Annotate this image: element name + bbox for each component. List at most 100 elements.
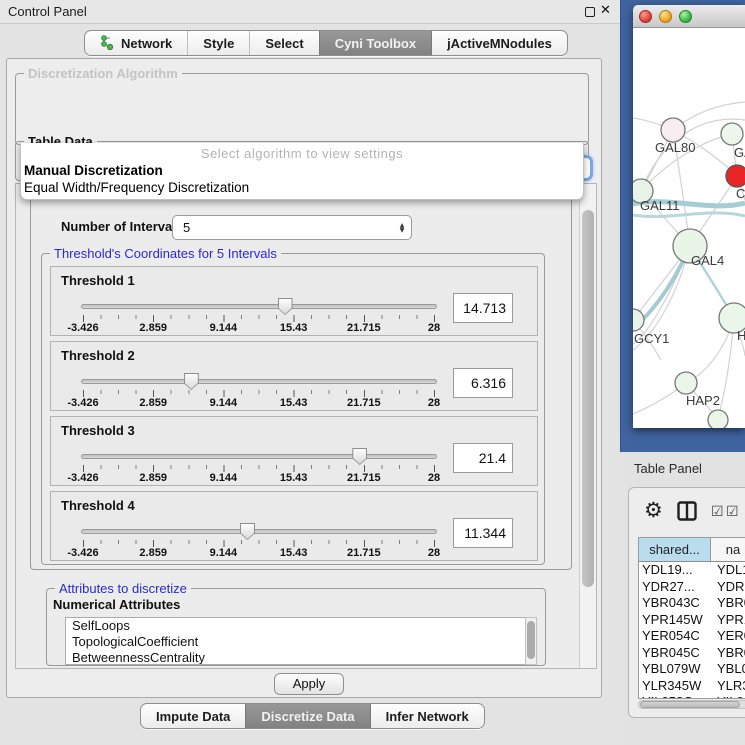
node-gcy1[interactable] [633, 309, 644, 331]
close-icon[interactable]: ✕ [600, 3, 611, 18]
settings-scrollbar-thumb[interactable] [582, 210, 594, 587]
threshold-3-slider-track[interactable] [81, 454, 437, 459]
slider-major-ticks [83, 390, 436, 397]
cell-name[interactable]: YDR2 [711, 579, 745, 596]
zoom-traffic-light-icon[interactable] [679, 10, 692, 23]
checkbox-checked-icon[interactable]: ☑ [726, 504, 739, 520]
float-window-icon[interactable] [585, 7, 595, 17]
threshold-4-slider-track[interactable] [81, 529, 437, 534]
table-row[interactable]: YDL19...YDL1 [639, 562, 745, 579]
tab-discretize-data[interactable]: Discretize Data [245, 704, 369, 728]
node-gal80[interactable] [661, 118, 685, 142]
threshold-1-slider-thumb[interactable] [278, 298, 293, 315]
cell-shared-name[interactable]: YIL052C [639, 694, 711, 699]
node-ga[interactable] [721, 123, 743, 145]
spinner-stepper-icon[interactable]: ▲ ▼ [393, 223, 411, 233]
right-region: GAL80 GA C GAL11 GAL4 GCY1 H HAP2 Table … [620, 0, 745, 745]
cell-name[interactable]: YBR0 [711, 645, 745, 662]
table-row[interactable]: YIL052CYIL0 [639, 694, 745, 699]
threshold-1-slider-track[interactable] [81, 304, 437, 309]
cell-name[interactable]: YBR0 [711, 595, 745, 612]
node-partial-bottom[interactable] [708, 410, 728, 428]
cell-shared-name[interactable]: YBR043C [639, 595, 711, 612]
cell-name[interactable]: YDL1 [711, 562, 745, 579]
close-traffic-light-icon[interactable] [639, 10, 652, 23]
network-nodes[interactable] [633, 118, 745, 428]
tab-jactivemnodules[interactable]: jActiveMNodules [431, 31, 567, 55]
cell-shared-name[interactable]: YDL19... [639, 562, 711, 579]
slider-scale-labels: -3.4262.8599.14415.4321.71528 [83, 547, 434, 560]
tab-select[interactable]: Select [249, 31, 318, 55]
cell-shared-name[interactable]: YBR045C [639, 645, 711, 662]
cell-name[interactable]: YER0 [711, 628, 745, 645]
threshold-2-slider-track[interactable] [81, 379, 437, 384]
tab-network[interactable]: Network [85, 31, 187, 55]
algorithm-option-equal-width[interactable]: Equal Width/Frequency Discretization [24, 180, 249, 195]
tab-infer-network[interactable]: Infer Network [370, 704, 484, 728]
checkbox-checked-icon[interactable]: ☑ [711, 504, 724, 520]
node-highlighted-red[interactable] [726, 165, 745, 187]
slider-major-ticks [83, 465, 436, 472]
threshold-1-value-field[interactable]: 14.713 [453, 293, 513, 323]
cell-name[interactable]: YBL0 [711, 661, 745, 678]
slider-tick-label: 9.144 [210, 397, 238, 409]
slider-major-ticks [83, 315, 436, 322]
threshold-4-slider-thumb[interactable] [240, 523, 255, 540]
thresholds-group-title: Threshold's Coordinates for 5 Intervals [50, 246, 281, 261]
cell-name[interactable]: YIL0 [711, 694, 745, 699]
bottom-tabbar: Impute Data Discretize Data Infer Networ… [140, 703, 485, 729]
table-horizontal-scrollbar[interactable] [638, 700, 745, 709]
cyni-toolbox-panel: Discretization Algorithm Select algorith… [6, 58, 602, 698]
node-attribute-table: shared... na YDL19...YDL1YDR27...YDR2YBR… [638, 537, 745, 699]
slider-tick-label: 9.144 [210, 322, 238, 334]
threshold-2-slider-thumb[interactable] [184, 373, 199, 390]
cell-shared-name[interactable]: YPR145W [639, 612, 711, 629]
list-item[interactable]: TopologicalCoefficient [66, 634, 532, 650]
threshold-3-box: Threshold 3 -3.4262.8599.14415.4321.7152… [50, 416, 538, 486]
threshold-3-slider-thumb[interactable] [352, 448, 367, 465]
threshold-1-box: Threshold 1 -3.4262.8599.14415.4321.7152… [50, 266, 538, 336]
cell-shared-name[interactable]: YER054C [639, 628, 711, 645]
table-row[interactable]: YER054CYER0 [639, 628, 745, 645]
minimize-traffic-light-icon[interactable] [659, 10, 672, 23]
list-item[interactable]: SelfLoops [66, 618, 532, 634]
slider-tick-label: 15.43 [280, 322, 308, 334]
cell-shared-name[interactable]: YLR345W [639, 678, 711, 695]
list-item[interactable]: BetweennessCentrality [66, 650, 532, 665]
table-row[interactable]: YDR27...YDR2 [639, 579, 745, 596]
threshold-3-value-field[interactable]: 21.4 [453, 443, 513, 473]
network-window-titlebar[interactable] [633, 5, 745, 28]
table-row[interactable]: YBR045CYBR0 [639, 645, 745, 662]
columns-icon[interactable] [677, 501, 697, 526]
slider-tick-label: 15.43 [280, 472, 308, 484]
network-icon [100, 34, 115, 53]
algorithm-placeholder-option[interactable]: Select algorithm to view settings [21, 146, 583, 161]
tab-cyni-toolbox[interactable]: Cyni Toolbox [319, 31, 431, 55]
number-of-intervals-spinner[interactable]: 5 ▲ ▼ [172, 215, 412, 240]
slider-scale-labels: -3.4262.8599.14415.4321.71528 [83, 397, 434, 410]
cell-shared-name[interactable]: YDR27... [639, 579, 711, 596]
column-header-shared[interactable]: shared... [639, 538, 711, 561]
threshold-2-value-field[interactable]: 6.316 [453, 368, 513, 398]
node-hap2[interactable] [675, 372, 697, 394]
network-canvas[interactable]: GAL80 GA C GAL11 GAL4 GCY1 H HAP2 [633, 28, 745, 428]
algorithm-option-manual[interactable]: Manual Discretization [24, 163, 163, 178]
slider-tick-label: 2.859 [139, 547, 167, 559]
tab-style[interactable]: Style [187, 31, 249, 55]
table-row[interactable]: YLR345WYLR3 [639, 678, 745, 695]
apply-button[interactable]: Apply [274, 673, 344, 695]
attributes-list-scrollbar[interactable] [525, 617, 537, 665]
gear-icon[interactable]: ⚙ [644, 498, 663, 522]
table-row[interactable]: YPR145WYPR1 [639, 612, 745, 629]
tab-network-label: Network [121, 36, 172, 51]
cell-shared-name[interactable]: YBL079W [639, 661, 711, 678]
tab-impute-data[interactable]: Impute Data [141, 704, 245, 728]
cell-name[interactable]: YPR1 [711, 612, 745, 629]
column-header-name[interactable]: na [711, 538, 745, 561]
threshold-4-value-field[interactable]: 11.344 [453, 518, 513, 548]
table-row[interactable]: YBR043CYBR0 [639, 595, 745, 612]
table-row[interactable]: YBL079WYBL0 [639, 661, 745, 678]
cell-name[interactable]: YLR3 [711, 678, 745, 695]
slider-tick-label: 2.859 [139, 322, 167, 334]
settings-vertical-scrollbar[interactable] [579, 184, 596, 668]
